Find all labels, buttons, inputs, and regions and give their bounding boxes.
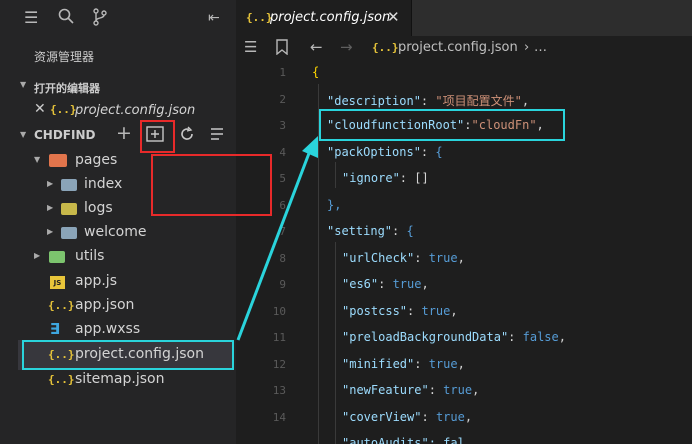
annotation-arrow xyxy=(236,136,318,341)
